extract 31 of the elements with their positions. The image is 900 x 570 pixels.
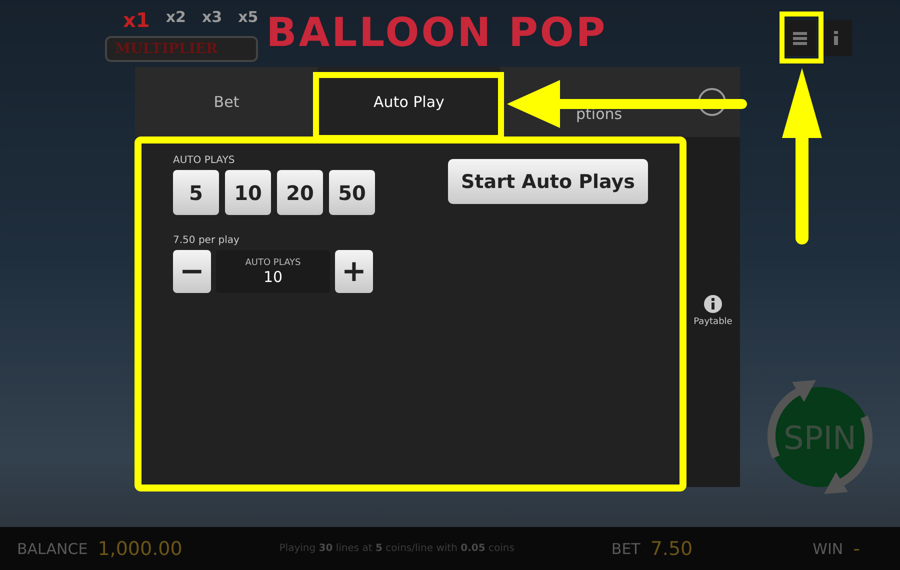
win-label: WIN <box>812 540 844 558</box>
game-logo: BALLOON POP <box>266 10 608 56</box>
win-value: - <box>853 538 860 560</box>
decrease-button[interactable]: − <box>173 250 211 293</box>
close-icon[interactable] <box>698 88 726 116</box>
balance-label: BALANCE <box>17 540 88 558</box>
multiplier-label: x1 <box>123 8 150 32</box>
auto-play-preset-button[interactable]: 5 <box>173 170 219 215</box>
start-auto-plays-button[interactable]: Start Auto Plays <box>448 159 648 204</box>
multiplier-label: x5 <box>238 8 258 28</box>
bet-value: 7.50 <box>650 538 693 560</box>
per-play-label: 7.50 per play <box>173 235 240 246</box>
info-icon <box>834 31 838 45</box>
increase-button[interactable]: + <box>335 250 373 293</box>
auto-play-preset-button[interactable]: 50 <box>329 170 375 215</box>
highlight-frame <box>780 12 824 64</box>
menu-button[interactable] <box>784 20 816 56</box>
display-label: AUTO PLAYS <box>245 258 301 268</box>
auto-plays-label: AUTO PLAYS <box>173 155 236 166</box>
balance-value: 1,000.00 <box>98 538 182 560</box>
auto-play-preset-button[interactable]: 10 <box>225 170 271 215</box>
multiplier-label: x3 <box>202 8 222 28</box>
multiplier-label: x2 <box>166 8 186 28</box>
multiplier-badge: MULTIPLIER <box>105 36 258 62</box>
bet-label: BET <box>611 540 640 558</box>
auto-play-preset-button[interactable]: 20 <box>277 170 323 215</box>
menu-icon <box>793 31 807 45</box>
tab-label: ptions <box>576 105 622 123</box>
paytable-label: Paytable <box>694 317 732 327</box>
info-icon[interactable] <box>704 295 722 313</box>
display-value: 10 <box>263 268 283 286</box>
